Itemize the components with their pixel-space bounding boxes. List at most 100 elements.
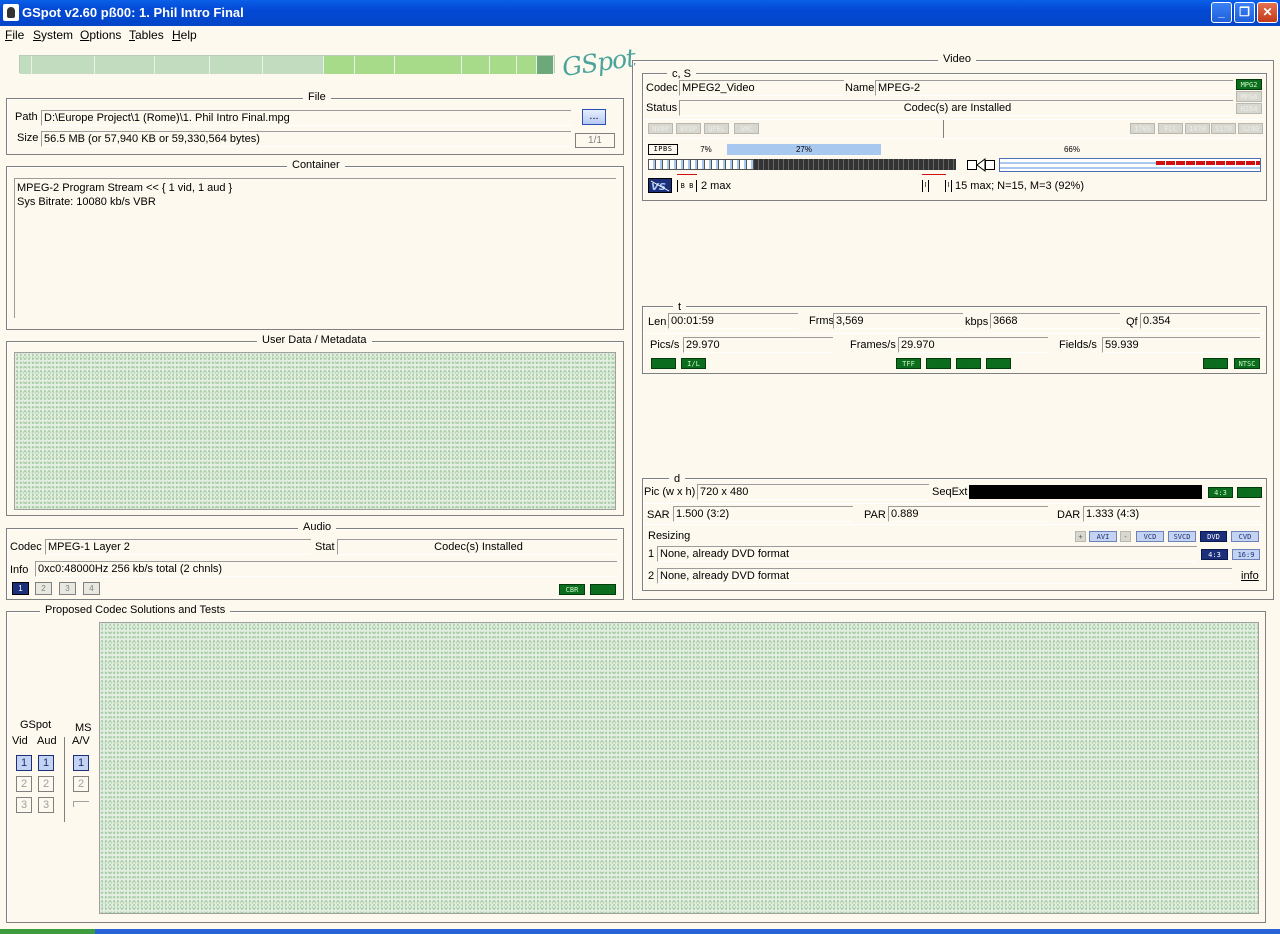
ms-label: MS [75,722,92,734]
gspot-aud-3[interactable]: 3 [38,797,54,813]
frames-label: Frames/s [850,339,896,351]
prog-tag: PROG [651,358,676,369]
audio-info-field: 0xc0:48000Hz 256 kb/s total (2 chnls) [35,561,617,577]
ms-av-1[interactable]: 1 [73,755,89,771]
flag-nvop-tag: NVOP [648,123,673,134]
resize-minus-button[interactable]: - [1120,531,1131,542]
gspot-vid-2[interactable]: 2 [16,776,32,792]
seqext-label: SeqExt [932,486,968,498]
bb-label: B B [677,180,697,192]
gop-frames-ip [648,159,754,170]
menu-system[interactable]: System [33,28,73,42]
menu-options[interactable]: Options [80,28,121,42]
av-label: A/V [72,735,90,747]
dar-label: DAR [1057,509,1081,521]
progress-bar [19,55,555,74]
pics-label: Pics/s [650,339,680,351]
len-field: 00:01:59 [668,313,798,329]
gspot-vid-3[interactable]: 3 [16,797,32,813]
path-field[interactable]: D:\Europe Project\1 (Rome)\1. Phil Intro… [41,110,571,126]
gspot-aud-2[interactable]: 2 [38,776,54,792]
container-line-2: Sys Bitrate: 10080 kb/s VBR [17,196,156,208]
tff-tag: TFF [896,358,921,369]
file-panel: File Path D:\Europe Project\1 (Rome)\1. … [6,91,624,155]
menu-tables[interactable]: Tables [129,28,164,42]
pic-field: 720 x 480 [697,484,929,500]
proposed-results-area [99,622,1259,914]
audio-cbr-tag: CBR [559,584,585,595]
pct-b: 66% [1063,145,1080,154]
audio-stat-label: Stat [315,541,335,553]
resize-cvd-button[interactable]: CVD [1231,531,1259,542]
app-icon[interactable] [3,4,19,21]
video-name-field: MPEG-2 [875,80,1233,96]
resize-dvd-button[interactable]: DVD [1200,531,1227,542]
il-tag: I/L [681,358,706,369]
audio-panel: Audio Codec MPEG-1 Layer 2 Stat Codec(s)… [6,521,624,600]
path-label: Path [15,111,38,123]
resize-plus-button[interactable]: + [1075,531,1086,542]
flag-1470-tag: 1470 [1185,123,1210,134]
menu-file[interactable]: File [5,28,24,42]
flag-bvop-tag: BVOP [676,123,701,134]
gspot-vid-1[interactable]: 1 [16,755,32,771]
resize-avi-button[interactable]: AVI [1089,531,1117,542]
cs-title: c, S [667,68,696,80]
maximize-button[interactable]: ❐ [1234,2,1255,23]
qf-field: 0.354 [1140,313,1260,329]
userdata-panel: User Data / Metadata [6,334,624,516]
resize-svcd-button[interactable]: SVCD [1168,531,1196,542]
gop-frames-b [754,159,956,170]
time-box: t Len 00:01:59 Frms 3,569 kbps 3668 Qf 0… [642,301,1267,374]
kbps-field: 3668 [990,313,1120,329]
size-field: 56.5 MB (or 57,940 KB or 59,330,564 byte… [41,131,571,147]
resizing-label: Resizing [648,530,691,542]
audio-codec-field: MPEG-1 Layer 2 [45,539,311,555]
menu-help[interactable]: Help [172,28,197,42]
close-button[interactable]: ✕ [1257,2,1278,23]
file-counter: 1/1 [575,133,615,148]
sar-label: SAR [647,509,670,521]
kbps-label: kbps [965,316,989,328]
browse-button[interactable]: ... [582,109,606,125]
fmt-mpg2-tag: MPG2 [1236,79,1262,90]
menu-bar: File System Options Tables Help [0,26,1280,44]
minimize-button[interactable]: _ [1211,2,1232,23]
file-title: File [303,91,331,103]
ms-av-2[interactable]: 2 [73,776,89,792]
info-link[interactable]: info [1241,570,1259,582]
b-span-marker [677,174,697,178]
gop-arrow-icon [967,158,995,172]
audio-stream-2[interactable]: 2 [35,582,52,595]
container-title: Container [287,159,345,171]
gop-value: 15 max; N=15, M=3 (92%) [955,180,1085,192]
resize-2-field: None, already DVD format [657,568,1232,584]
svg-text:VS: VS [651,182,666,192]
par-label: PAR [864,509,886,521]
video-codec-label: Codec [646,82,678,94]
container-panel: Container MPEG-2 Program Stream << { 1 v… [6,159,624,330]
audio-stream-4[interactable]: 4 [83,582,100,595]
qf-label: Qf [1126,316,1138,328]
flag-s170-tag: S170 [1211,123,1236,134]
audio-stream-1[interactable]: 1 [12,582,29,595]
dar-field: 1.333 (4:3) [1083,506,1260,522]
pct-i: 7% [700,145,712,154]
frms-label: Frms [809,315,835,327]
len-label: Len [648,316,667,328]
audio-stream-3[interactable]: 3 [59,582,76,595]
ipbs-label: IPBS [648,144,678,155]
resize-vcd-button[interactable]: VCD [1136,531,1164,542]
gspot-aud-1[interactable]: 1 [38,755,54,771]
pal-tag: PAL [1203,358,1228,369]
par-field: 0.889 [888,506,1048,522]
pic-label: Pic (w x h) [644,486,696,498]
video-title: Video [938,53,976,65]
gspot-logo: GSpot [560,43,637,82]
ms-av-3-placeholder [73,801,89,807]
vss-icon: VS [648,178,672,193]
audio-codec-label: Codec [10,541,42,553]
window-title: GSpot v2.60 pß00: 1. Phil Intro Final [22,5,244,20]
vid-label: Vid [12,735,28,747]
ntsc-tag: NTSC [1234,358,1260,369]
